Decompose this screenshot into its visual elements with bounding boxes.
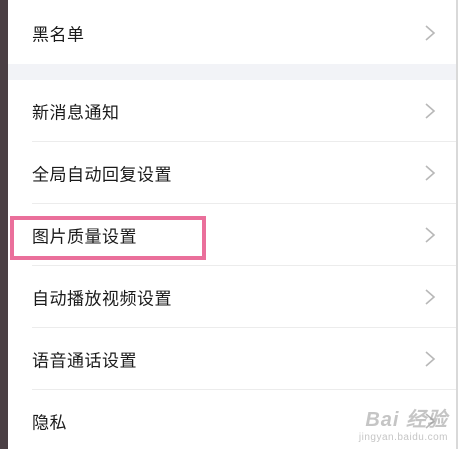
chevron-right-icon [424,24,436,42]
settings-item-label: 全局自动回复设置 [32,165,172,186]
chevron-right-icon [424,226,436,244]
settings-item-privacy[interactable]: 隐私 [8,390,456,452]
settings-item-label: 新消息通知 [32,103,120,124]
chevron-right-icon [424,350,436,368]
settings-item-autoplay-video[interactable]: 自动播放视频设置 [8,266,456,328]
settings-item-blacklist[interactable]: 黑名单 [8,2,456,64]
settings-item-label: 图片质量设置 [32,227,137,248]
chevron-right-icon [424,412,436,430]
left-edge-bar [0,0,8,449]
settings-item-voice-call[interactable]: 语音通话设置 [8,328,456,390]
settings-item-label: 黑名单 [32,25,85,46]
settings-item-label: 语音通话设置 [32,351,137,372]
settings-item-label: 自动播放视频设置 [32,289,172,310]
settings-item-global-auto-reply[interactable]: 全局自动回复设置 [8,142,456,204]
settings-item-new-message-notification[interactable]: 新消息通知 [8,80,456,142]
chevron-right-icon [424,288,436,306]
chevron-right-icon [424,164,436,182]
settings-item-image-quality[interactable]: 图片质量设置 [8,204,456,266]
settings-item-label: 隐私 [32,413,67,434]
section-gap [8,64,456,80]
settings-panel: 黑名单 新消息通知 全局自动回复设置 图片质量设置 自动播放视频设置 语音通话设… [8,0,456,452]
chevron-right-icon [424,102,436,120]
